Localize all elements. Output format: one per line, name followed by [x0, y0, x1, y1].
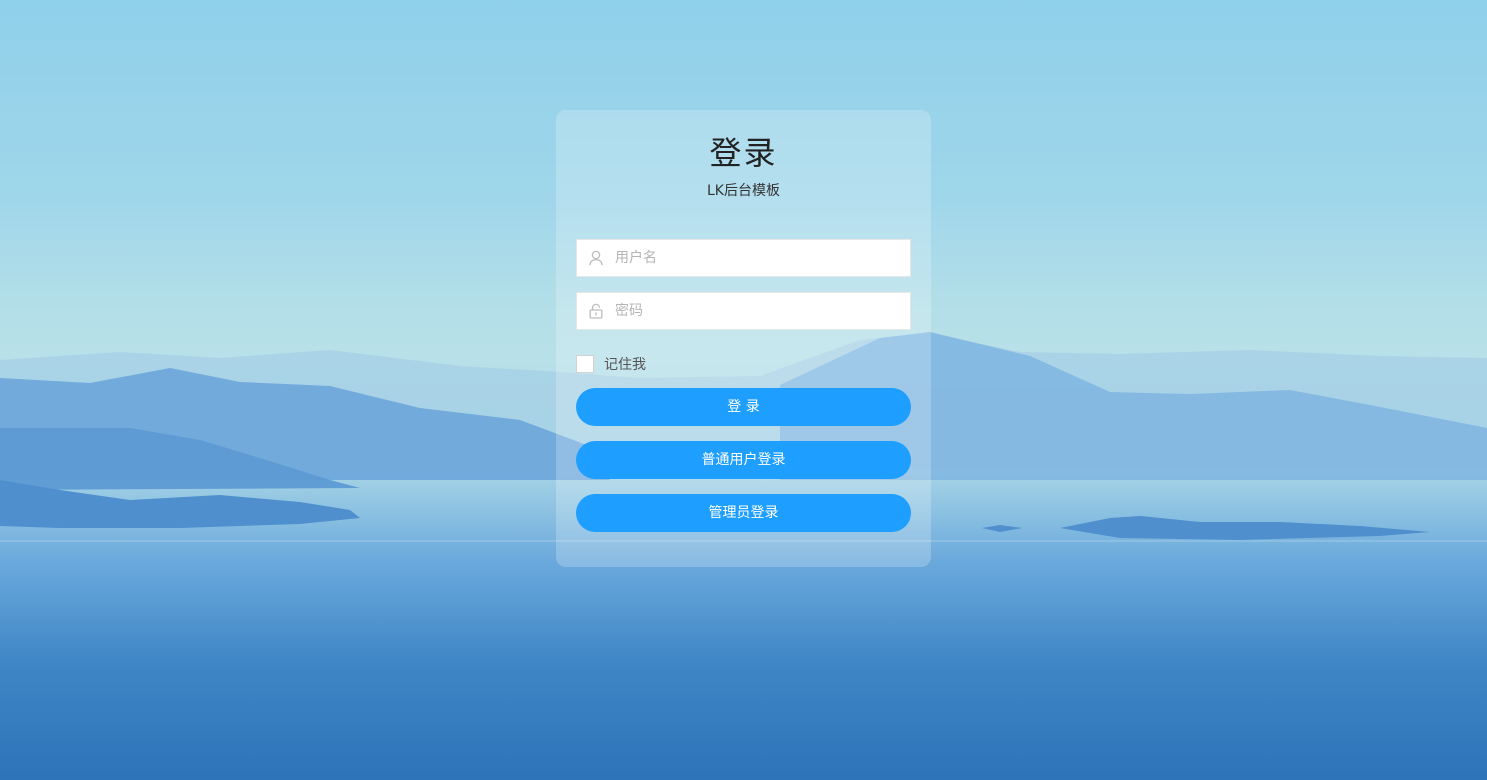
password-field[interactable]: [576, 292, 911, 330]
remember-label: 记住我: [604, 357, 646, 373]
admin-login-button[interactable]: 管理员登录: [576, 494, 911, 532]
login-button[interactable]: 登 录: [576, 388, 911, 426]
lock-icon: [588, 303, 604, 319]
password-input[interactable]: [615, 293, 905, 329]
user-icon: [588, 250, 604, 266]
login-subtitle: LK后台模板: [707, 183, 780, 199]
username-input[interactable]: [615, 240, 905, 276]
login-title: 登录: [709, 134, 778, 172]
username-field[interactable]: [576, 239, 911, 277]
remember-me[interactable]: 记住我: [576, 354, 646, 374]
user-login-button[interactable]: 普通用户登录: [576, 441, 911, 479]
remember-checkbox[interactable]: [576, 355, 594, 373]
